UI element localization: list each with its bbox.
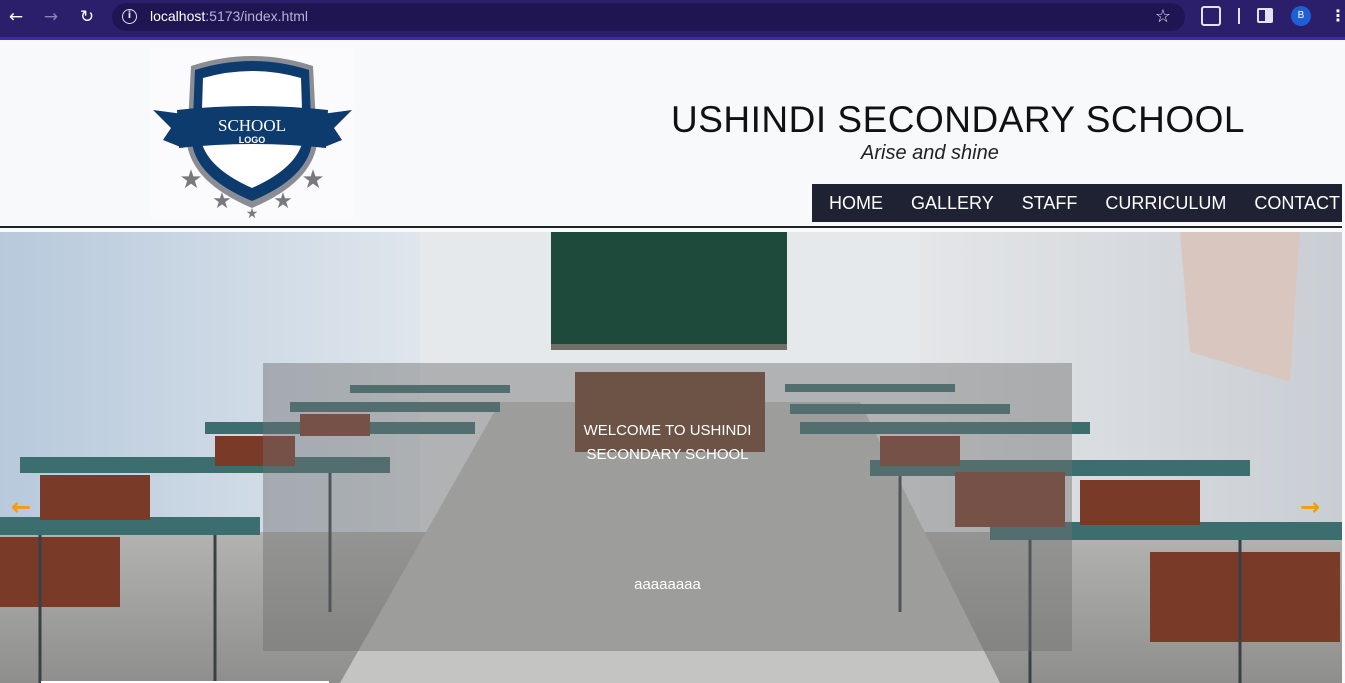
info-icon[interactable]: i: [122, 9, 137, 24]
toolbar-divider: [1238, 8, 1240, 24]
carousel-caption: WELCOME TO USHINDI SECONDARY SCHOOL aaaa…: [263, 363, 1072, 651]
svg-text:★: ★: [246, 206, 259, 218]
shield-logo-graphic: SCHOOL LOGO ★ ★ ★ ★ ★: [153, 56, 352, 222]
extensions-icon[interactable]: [1201, 6, 1221, 26]
side-panel-icon[interactable]: [1257, 8, 1273, 23]
school-logo[interactable]: SCHOOL LOGO ★ ★ ★ ★ ★: [151, 48, 354, 222]
svg-text:★: ★: [301, 165, 324, 195]
svg-text:★: ★: [179, 165, 202, 195]
site-header: SCHOOL LOGO ★ ★ ★ ★ ★ USHINDI SECONDARY …: [0, 43, 1345, 228]
reload-icon[interactable]: ↻: [76, 6, 98, 28]
logo-text-logo: LOGO: [239, 135, 266, 145]
nav-curriculum[interactable]: CURRICULUM: [1105, 193, 1226, 214]
page-title: USHINDI SECONDARY SCHOOL: [671, 99, 1245, 140]
back-icon[interactable]: ←: [5, 6, 27, 28]
carousel-next-icon[interactable]: →: [1300, 495, 1320, 519]
svg-text:★: ★: [212, 189, 232, 214]
carousel-caption-text: aaaaaaaa: [634, 576, 701, 593]
caption-title-line-1: WELCOME TO USHINDI: [583, 422, 752, 439]
browser-toolbar: ← → ↻ i localhost:5173/index.html ☆ B ⋮: [0, 0, 1345, 40]
main-navigation: HOME GALLERY STAFF CURRICULUM CONTACT US: [812, 184, 1345, 222]
url-text[interactable]: localhost:5173/index.html: [150, 8, 308, 24]
nav-home[interactable]: HOME: [829, 193, 883, 214]
nav-contact-us[interactable]: CONTACT US: [1254, 193, 1345, 214]
caption-title-line-2: SECONDARY SCHOOL: [586, 446, 749, 463]
carousel-caption-title: WELCOME TO USHINDI SECONDARY SCHOOL: [263, 419, 1072, 467]
hero-carousel: ← → WELCOME TO USHINDI SECONDARY SCHOOL …: [0, 232, 1342, 683]
url-path: :5173/index.html: [205, 8, 308, 24]
url-host: localhost: [150, 8, 206, 24]
carousel-prev-icon[interactable]: ←: [11, 495, 31, 519]
menu-icon[interactable]: ⋮: [1330, 5, 1345, 27]
school-motto: Arise and shine: [861, 142, 999, 164]
star-icon[interactable]: ☆: [1155, 6, 1171, 27]
address-bar[interactable]: i localhost:5173/index.html ☆: [112, 3, 1185, 31]
svg-text:★: ★: [273, 189, 293, 214]
logo-text-school: SCHOOL: [218, 116, 286, 135]
nav-staff[interactable]: STAFF: [1022, 193, 1078, 214]
nav-gallery[interactable]: GALLERY: [911, 193, 994, 214]
profile-avatar[interactable]: B: [1291, 6, 1311, 26]
forward-icon[interactable]: →: [40, 6, 62, 28]
